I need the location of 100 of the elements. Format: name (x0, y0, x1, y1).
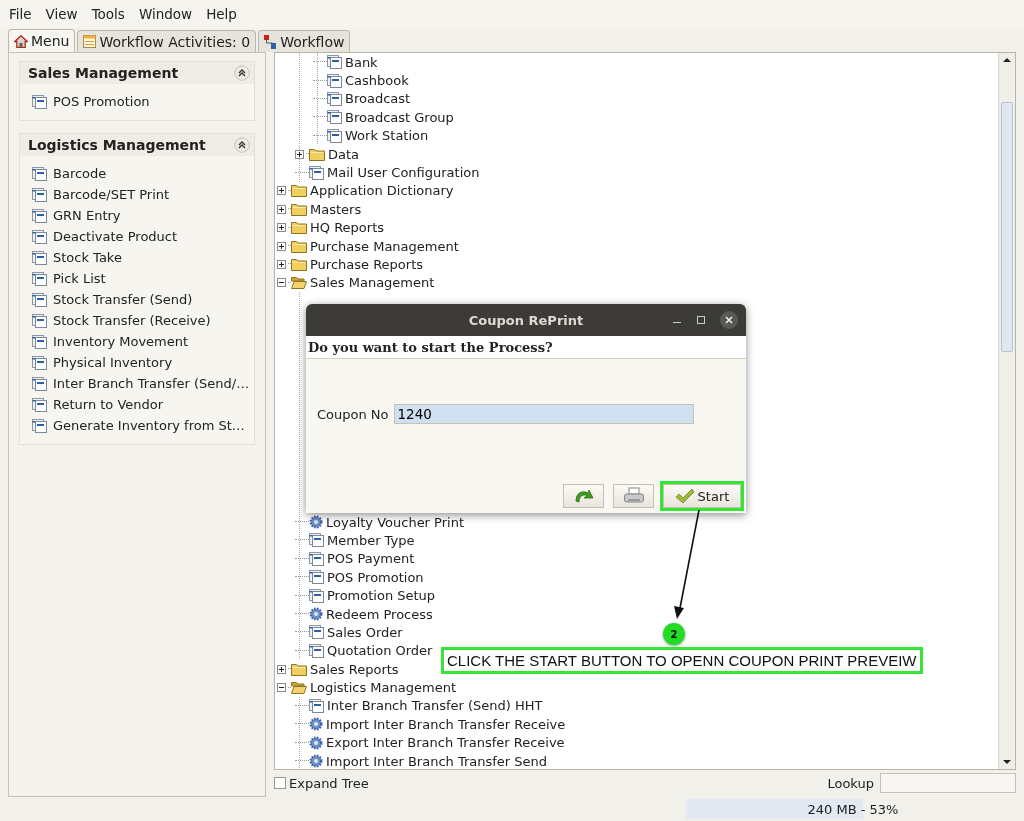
tree-item[interactable]: Quotation Order (327, 643, 433, 659)
menu-item[interactable]: File (2, 6, 39, 22)
coupon-field[interactable]: 1240 (393, 404, 694, 424)
minus-icon[interactable] (277, 683, 286, 693)
document-icon (32, 313, 47, 328)
start-button[interactable]: Start (663, 484, 741, 508)
folder-icon (309, 147, 325, 161)
menu-item[interactable]: Help (199, 6, 244, 22)
document-icon (309, 551, 324, 566)
collapse-icon[interactable] (234, 137, 250, 153)
tree-item[interactable]: Member Type (327, 532, 415, 548)
minus-icon[interactable] (277, 278, 286, 288)
card-title: Logistics Management (28, 137, 206, 153)
tree-item[interactable]: Mail User Configuration (327, 165, 480, 181)
tree-item[interactable]: Sales Order (327, 624, 403, 640)
menu-item[interactable]: Physical Inventory (53, 355, 173, 370)
home-icon (14, 34, 28, 48)
tree-item[interactable]: HQ Reports (310, 220, 384, 236)
document-icon (327, 73, 342, 88)
maximize-icon[interactable] (696, 315, 706, 325)
redo-button[interactable] (563, 484, 604, 508)
tab[interactable]: Workflow (258, 30, 351, 52)
plus-icon[interactable] (277, 241, 286, 251)
menu-item[interactable]: Inventory Movement (53, 334, 189, 349)
tree-item[interactable]: Broadcast Group (345, 109, 454, 125)
document-icon (32, 187, 47, 202)
tree-item[interactable]: Sales Management (310, 275, 435, 291)
folder-icon (291, 202, 307, 216)
collapse-icon[interactable] (234, 65, 250, 81)
menu-item[interactable]: Barcode/SET Print (53, 187, 170, 202)
tree-item[interactable]: Work Station (345, 128, 429, 144)
tree-item[interactable]: Sales Reports (310, 661, 399, 677)
tree-item[interactable]: Data (328, 146, 360, 162)
menu-item[interactable]: Stock Transfer (Receive) (53, 313, 211, 328)
plus-icon[interactable] (277, 204, 286, 214)
document-icon (309, 625, 324, 640)
tree-item[interactable]: Inter Branch Transfer (Send) HHT (327, 698, 543, 714)
checkbox-label[interactable]: Expand Tree (289, 775, 369, 791)
document-icon (32, 94, 47, 109)
scroll-thumb[interactable] (1001, 102, 1013, 352)
plus-icon[interactable] (277, 186, 286, 196)
callout-text: CLICK THE START BUTTON TO OPENN COUPON PRINT PREVEIW (441, 647, 923, 674)
scrollbar[interactable] (998, 53, 1015, 769)
menu-item[interactable]: Tools (84, 6, 132, 22)
menu-item[interactable]: Stock Transfer (Send) (53, 292, 193, 307)
tree-item[interactable]: Bank (345, 54, 378, 70)
tree-item[interactable]: POS Payment (327, 551, 415, 567)
tree-item[interactable]: Promotion Setup (327, 588, 436, 604)
tree-item[interactable]: Application Dictionary (310, 183, 454, 199)
tree-item[interactable]: Export Inter Branch Transfer Receive (326, 735, 565, 751)
dialog-title: Coupon RePrint (468, 312, 584, 328)
tree-item[interactable]: Import Inter Branch Transfer Send (326, 753, 548, 769)
menu-item[interactable]: Deactivate Product (53, 229, 178, 244)
open-folder-icon (291, 276, 307, 290)
plus-icon[interactable] (277, 260, 286, 269)
close-icon[interactable] (720, 311, 738, 329)
tree-item[interactable]: Purchase Management (310, 238, 459, 254)
tree-item[interactable]: Purchase Reports (310, 257, 424, 272)
menu-item[interactable]: Pick List (53, 271, 106, 286)
tab[interactable]: Menu (8, 29, 76, 52)
gear-icon (309, 754, 323, 769)
tree-item[interactable]: Masters (310, 201, 362, 217)
printer-icon (622, 487, 645, 505)
menu-item[interactable]: View (38, 6, 85, 22)
tree-item[interactable]: Logistics Management (310, 680, 456, 696)
document-icon (32, 166, 47, 181)
document-icon (32, 271, 47, 286)
document-icon (327, 91, 342, 106)
menu-item[interactable]: Window (131, 6, 200, 22)
menu-item[interactable]: Generate Inventory from St… (53, 418, 245, 433)
document-icon (309, 165, 324, 180)
tree-item[interactable]: Cashbook (345, 73, 409, 89)
checkbox[interactable] (274, 777, 286, 789)
tree-item[interactable]: POS Promotion (327, 569, 424, 585)
check-icon (674, 488, 695, 504)
menu-item[interactable]: Barcode (53, 166, 107, 181)
plus-icon[interactable] (277, 664, 286, 674)
menu-item[interactable]: Return to Vendor (53, 397, 164, 412)
gear-icon (309, 735, 323, 750)
plus-icon[interactable] (295, 149, 304, 159)
menu-item[interactable]: POS Promotion (53, 94, 150, 109)
tree-item[interactable]: Import Inter Branch Transfer Receive (326, 716, 566, 732)
document-icon (309, 533, 324, 548)
document-icon (32, 418, 47, 433)
tree-item[interactable]: Broadcast (345, 91, 411, 107)
lookup-field[interactable] (880, 773, 1016, 793)
plus-icon[interactable] (277, 223, 286, 233)
menu-item[interactable]: Inter Branch Transfer (Send/… (53, 376, 250, 391)
tree-item[interactable]: Redeem Process (326, 606, 433, 622)
print-button[interactable] (613, 484, 654, 508)
menu-item[interactable]: GRN Entry (53, 208, 121, 223)
gear-icon (309, 607, 323, 621)
document-icon (32, 250, 47, 265)
nodes-icon (264, 34, 278, 49)
document-icon (32, 292, 47, 307)
menu-item[interactable]: Stock Take (53, 250, 122, 265)
document-icon (32, 229, 47, 244)
tree-item[interactable]: Loyalty Voucher Print (326, 514, 464, 530)
document-icon (32, 334, 47, 349)
tab[interactable]: Workflow Activities: 0 (77, 30, 257, 52)
